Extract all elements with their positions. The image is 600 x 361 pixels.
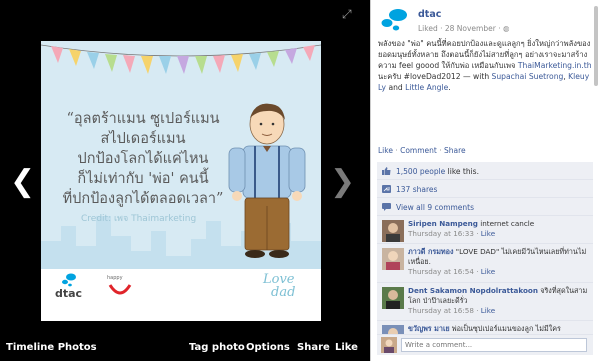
quote-line: ก็ไม่เท่ากับ 'พ่อ' คนนี้	[77, 171, 209, 187]
likes-count-link[interactable]: 1,500 people	[396, 167, 445, 176]
shares-row[interactable]: 137 shares	[377, 180, 593, 198]
thumbs-up-icon	[382, 167, 391, 175]
commenter-name-link[interactable]: ภาวดี กรมทอง	[408, 247, 454, 256]
photo-credit: Credit: เพจ Thaimarketing	[81, 214, 197, 224]
album-link[interactable]: Timeline Photos	[6, 342, 97, 353]
happy-logo: happy	[107, 275, 133, 303]
author-name-link[interactable]: dtac	[418, 9, 441, 20]
dtac-logo-text: dtac	[55, 287, 83, 300]
comment-timestamp[interactable]: Thursday at 16:54	[408, 267, 474, 276]
commenter-avatar[interactable]	[382, 220, 404, 242]
love-dad-line2: dad	[271, 285, 296, 300]
comment-text: พ่อเป็นซุปเปอร์แมนของลูก ไม่มีใคร	[449, 324, 561, 333]
comment-timestamp[interactable]: Thursday at 16:33	[408, 229, 474, 238]
post-info-panel: dtac Liked · 28 November · ◍ พลังของ "พ่…	[370, 0, 600, 361]
comment-timestamp[interactable]: Thursday at 16:58	[408, 306, 474, 315]
love-dad-logo: Love dad	[263, 273, 295, 299]
comment-item: Dent Sakamon Nopdolrattakoon จริงที่สุดใ…	[377, 283, 593, 321]
tag-separator: and	[386, 83, 406, 92]
comment-text: internet cancle	[477, 219, 535, 228]
father-cartoon-illustration	[228, 103, 306, 258]
post-meta-text: Liked · 28 November ·	[418, 24, 503, 33]
action-separator: ·	[436, 146, 445, 155]
dtac-logo-icon	[62, 273, 76, 287]
fullscreen-icon[interactable]: ⤢	[342, 8, 354, 20]
caption-link[interactable]: ThaiMarketing.in.th	[518, 61, 592, 70]
panel-scrollbar[interactable]	[594, 6, 598, 86]
previous-photo-arrow-icon[interactable]: ❮	[10, 165, 35, 199]
likes-row[interactable]: 1,500 people like this.	[377, 162, 593, 180]
share-button[interactable]: Share	[297, 342, 330, 353]
tagged-person-link[interactable]: Little Angle	[405, 83, 448, 92]
comment-body: ภาวดี กรมทอง "LOVE DAD" ไม่เคยมีวันไหนเล…	[408, 247, 587, 276]
caption-text-cont: นะครับ #loveDad2012 — with	[378, 72, 492, 81]
post-caption: พลังของ "พ่อ" คนนี้ที่คอยปกป้องและดูแลลู…	[378, 38, 592, 93]
view-all-comments-link[interactable]: View all 9 comments	[396, 203, 474, 212]
shares-count-link[interactable]: 137 shares	[396, 185, 437, 194]
comment-action-link[interactable]: Comment	[400, 146, 437, 155]
commenter-name-link[interactable]: ขวัญพร มาเย	[408, 324, 450, 333]
tag-end: .	[448, 83, 451, 92]
current-user-avatar	[381, 337, 397, 353]
quote-line: “อุลตร้าแมน ซูเปอร์แมน	[66, 111, 220, 127]
photo-image: “อุลตร้าแมน ซูเปอร์แมน สไปเดอร์แมน ปกป้อ…	[41, 41, 321, 321]
photo-viewer-window: ⤢ ❮ ❯ “อุลตร้าแมน ซูเปอร์แมน สไปเดอร์แมน…	[0, 0, 600, 361]
comment-body: Siripen Nampeng internet cancle Thursday…	[408, 219, 535, 238]
commenter-name-link[interactable]: Siripen Nampeng	[408, 219, 478, 228]
photo-stage: ⤢ ❮ ❯ “อุลตร้าแมน ซูเปอร์แมน สไปเดอร์แมน…	[0, 0, 370, 361]
comment-item: Siripen Nampeng internet cancle Thursday…	[377, 216, 593, 244]
quote-line: ปกป้องโลกได้แค่ไหน	[77, 151, 209, 167]
comment-like-link[interactable]: Like	[481, 229, 495, 238]
view-all-comments-row[interactable]: View all 9 comments	[377, 198, 593, 216]
tagged-person-link[interactable]: Supachai Suetrong	[492, 72, 564, 81]
tag-photo-button[interactable]: Tag photo	[189, 342, 245, 353]
globe-icon: ◍	[502, 24, 510, 33]
comment-like-link[interactable]: Like	[481, 267, 495, 276]
next-photo-arrow-icon[interactable]: ❯	[330, 165, 355, 199]
comment-body: Dent Sakamon Nopdolrattakoon จริงที่สุดใ…	[408, 286, 588, 315]
post-meta: Liked · 28 November · ◍	[418, 24, 510, 33]
quote-line: สไปเดอร์แมน	[100, 131, 186, 147]
comment-like-link[interactable]: Like	[481, 306, 495, 315]
comment-item: ขวัญพร มาเย พ่อเป็นซุปเปอร์แมนของลูก ไม่…	[377, 321, 593, 335]
comment-body: ขวัญพร มาเย พ่อเป็นซุปเปอร์แมนของลูก ไม่…	[408, 324, 588, 334]
commenter-name-link[interactable]: Dent Sakamon Nopdolrattakoon	[408, 286, 538, 295]
write-comment-area	[377, 335, 593, 355]
commenter-avatar[interactable]	[382, 325, 404, 335]
commenter-avatar[interactable]	[382, 248, 404, 270]
share-icon	[382, 185, 391, 193]
author-avatar[interactable]	[379, 8, 409, 32]
quote-line: ที่ปกป้องลูกได้ตลอดเวลา”	[62, 191, 224, 207]
likes-suffix: like this.	[445, 167, 479, 176]
like-button[interactable]: Like	[335, 342, 358, 353]
options-button[interactable]: Options	[246, 342, 290, 353]
photo-bottom-bar: Timeline Photos Tag photo Options Share …	[0, 333, 370, 361]
bunting-flags-illustration	[41, 44, 321, 74]
comment-item: ภาวดี กรมทอง "LOVE DAD" ไม่เคยมีวันไหนเล…	[377, 244, 593, 283]
like-action-link[interactable]: Like	[378, 146, 393, 155]
share-action-link[interactable]: Share	[444, 146, 466, 155]
comment-input[interactable]	[401, 338, 587, 352]
post-actions: Like · Comment · Share	[378, 146, 466, 155]
quote-text: “อุลตร้าแมน ซูเปอร์แมน สไปเดอร์แมน ปกป้อ…	[53, 109, 233, 209]
happy-logo-text: happy	[107, 275, 123, 281]
commenter-avatar[interactable]	[382, 287, 404, 309]
comment-bubble-icon	[382, 203, 391, 211]
